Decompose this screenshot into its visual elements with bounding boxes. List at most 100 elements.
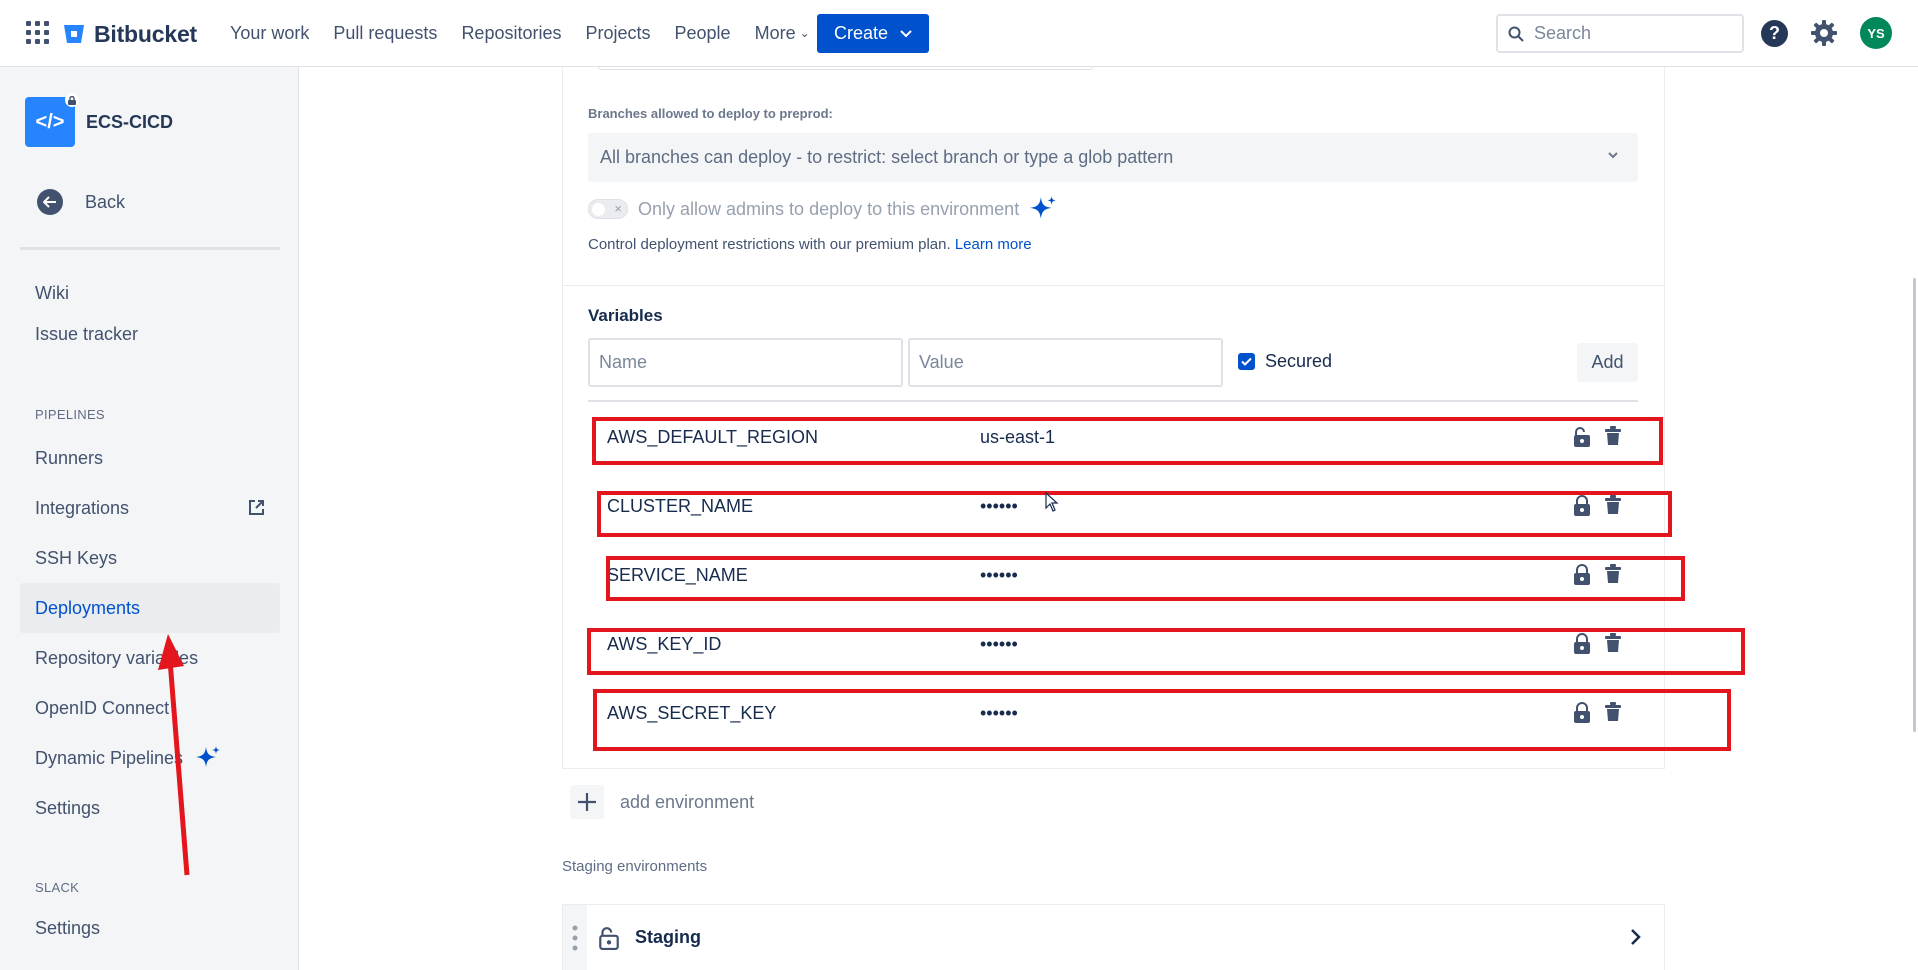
sidebar-divider: [20, 247, 280, 250]
variable-value: ••••••: [980, 634, 1018, 654]
bitbucket-logo[interactable]: Bitbucket: [62, 18, 197, 50]
trash-icon[interactable]: [1604, 633, 1622, 653]
variable-name-input[interactable]: [588, 338, 903, 387]
user-avatar[interactable]: YS: [1860, 17, 1892, 49]
variable-row: AWS_KEY_ID ••••••: [588, 622, 1638, 668]
variables-title: Variables: [588, 306, 663, 325]
plus-icon: [570, 785, 604, 819]
nav-pull-requests[interactable]: Pull requests: [321, 23, 449, 44]
code-icon: </>: [35, 110, 65, 133]
repository-header[interactable]: </> ECS-CICD: [25, 93, 174, 147]
card-divider: [563, 285, 1664, 286]
variable-name: CLUSTER_NAME: [607, 496, 754, 516]
sidebar-item-label: Integrations: [35, 497, 130, 518]
learn-more-link[interactable]: Learn more: [955, 236, 1032, 253]
nav-more[interactable]: More ⌄: [743, 23, 822, 44]
top-navigation: Bitbucket Your work Pull requests Reposi…: [0, 0, 1918, 67]
bitbucket-bucket-icon: [64, 25, 84, 43]
lock-icon[interactable]: [1571, 633, 1593, 655]
section-slack: SLACK: [35, 880, 80, 895]
nav-more-label: More: [754, 22, 796, 43]
variable-row: CLUSTER_NAME ••••••: [588, 484, 1638, 530]
variable-name: SERVICE_NAME: [607, 565, 748, 585]
search-box[interactable]: [1496, 14, 1744, 53]
chevron-down-icon: [900, 29, 912, 37]
trash-icon[interactable]: [1604, 702, 1622, 722]
drag-handle-icon[interactable]: [563, 904, 587, 970]
variable-row: SERVICE_NAME ••••••: [588, 553, 1638, 599]
create-button[interactable]: Create: [817, 14, 929, 53]
search-icon: [1508, 26, 1524, 42]
variable-row: AWS_SECRET_KEY ••••••: [588, 691, 1638, 737]
toggle-off-icon: ×: [614, 201, 622, 216]
variable-row: AWS_DEFAULT_REGION us-east-1: [588, 415, 1638, 461]
staging-environment-name: Staging: [635, 927, 701, 947]
variable-name: AWS_SECRET_KEY: [607, 703, 777, 723]
toggle-knob: [592, 203, 605, 216]
lock-icon[interactable]: [1571, 495, 1593, 517]
admin-only-label: Only allow admins to deploy to this envi…: [638, 198, 1020, 219]
trash-icon[interactable]: [1604, 495, 1622, 515]
annotation-arrow-icon: [158, 634, 190, 876]
help-icon[interactable]: ?: [1761, 20, 1788, 47]
chevron-down-icon: [1608, 152, 1618, 159]
branches-select[interactable]: All branches can deploy - to restrict: s…: [588, 133, 1638, 182]
back-button[interactable]: Back: [37, 189, 125, 215]
back-label: Back: [85, 191, 126, 212]
unlocked-icon[interactable]: [1571, 426, 1593, 448]
brand-name: Bitbucket: [94, 20, 197, 47]
lock-icon[interactable]: [1571, 564, 1593, 586]
staging-environment-row[interactable]: Staging: [562, 904, 1665, 970]
repository-name: ECS-CICD: [86, 111, 174, 132]
variable-name: AWS_KEY_ID: [607, 634, 722, 654]
primary-nav: Your work Pull requests Repositories Pro…: [218, 0, 822, 66]
sidebar-item-deployments[interactable]: Deployments: [20, 583, 280, 633]
branches-select-value: All branches can deploy - to restrict: s…: [600, 147, 1174, 167]
app-switcher-icon[interactable]: [26, 21, 50, 45]
sparkle-icon: [1030, 196, 1057, 219]
trash-icon[interactable]: [1604, 426, 1622, 446]
gear-icon[interactable]: [1810, 19, 1838, 47]
admin-restriction-row: × Only allow admins to deploy to this en…: [588, 195, 1057, 223]
staging-section-title: Staging environments: [562, 858, 708, 875]
variables-divider: [588, 400, 1638, 402]
nav-repositories[interactable]: Repositories: [449, 23, 573, 44]
variable-value: ••••••: [980, 703, 1018, 723]
admin-only-toggle[interactable]: ×: [588, 199, 628, 219]
premium-restriction-note: Control deployment restrictions with our…: [588, 236, 1032, 253]
trash-icon[interactable]: [1604, 564, 1622, 584]
variable-name: AWS_DEFAULT_REGION: [607, 427, 819, 447]
sidebar-item-runners[interactable]: Runners: [20, 433, 280, 483]
unlocked-icon: [599, 926, 619, 950]
mouse-cursor-icon: [1045, 492, 1059, 512]
nav-your-work[interactable]: Your work: [218, 23, 321, 44]
chevron-down-icon: ⌄: [799, 25, 810, 40]
private-lock-icon: [65, 93, 79, 107]
section-pipelines: PIPELINES: [35, 407, 105, 422]
lock-icon[interactable]: [1571, 702, 1593, 724]
nav-projects[interactable]: Projects: [573, 23, 662, 44]
sidebar-item-integrations[interactable]: Integrations: [20, 483, 280, 533]
sidebar-item-slack-settings[interactable]: Settings: [20, 903, 280, 953]
branches-label: Branches allowed to deploy to preprod:: [588, 106, 833, 121]
repository-avatar: </>: [25, 93, 79, 147]
variable-value: us-east-1: [980, 427, 1056, 447]
previous-field-edge: [598, 67, 1093, 70]
add-environment-button[interactable]: add environment: [570, 785, 754, 819]
sidebar-item-issue-tracker[interactable]: Issue tracker: [20, 309, 280, 359]
add-variable-button[interactable]: Add: [1577, 343, 1638, 382]
nav-people[interactable]: People: [663, 23, 743, 44]
variable-value: ••••••: [980, 496, 1018, 516]
variable-value-input[interactable]: [908, 338, 1223, 387]
add-environment-label: add environment: [620, 791, 755, 812]
create-label: Create: [833, 23, 889, 43]
search-input[interactable]: [1534, 23, 1724, 44]
page-scrollbar-thumb[interactable]: [1913, 278, 1916, 732]
variable-value: ••••••: [980, 565, 1018, 585]
external-link-icon: [249, 500, 264, 515]
sidebar-item-ssh-keys[interactable]: SSH Keys: [20, 533, 280, 583]
secured-checkbox[interactable]: Secured: [1238, 351, 1332, 372]
premium-restriction-text: Control deployment restrictions with our…: [588, 236, 951, 253]
secured-label: Secured: [1265, 351, 1333, 371]
arrow-left-icon: [37, 189, 63, 215]
